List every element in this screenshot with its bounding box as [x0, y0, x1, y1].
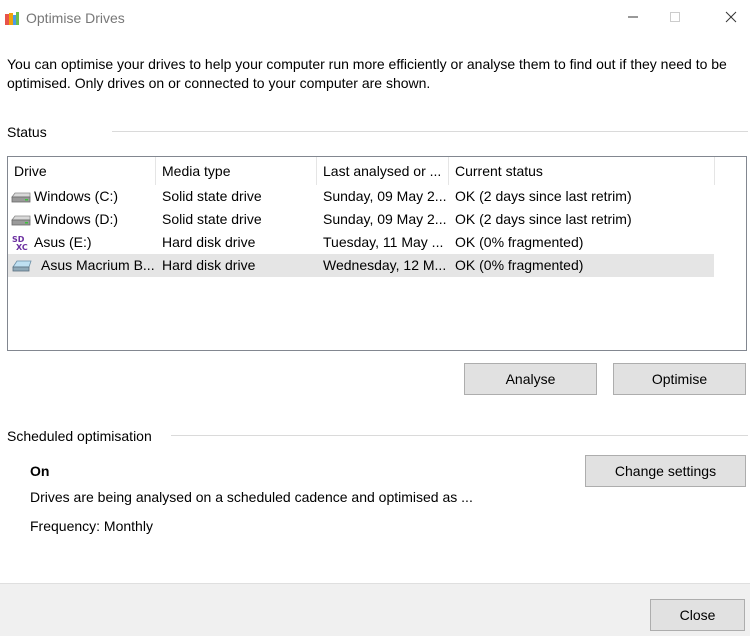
close-button[interactable]: Close: [650, 599, 745, 631]
footer-bar: Close: [0, 583, 750, 636]
maximize-icon: [669, 10, 681, 26]
drive-row-selected[interactable]: Asus Macrium B... Hard disk drive Wednes…: [8, 254, 714, 277]
drive-current-status: OK (2 days since last retrim): [455, 188, 632, 204]
column-header-drive[interactable]: Drive: [8, 157, 156, 185]
description-text: You can optimise your drives to help you…: [7, 56, 727, 91]
maximize-button[interactable]: [652, 0, 698, 36]
drive-media-type: Solid state drive: [162, 211, 262, 227]
sdxc-card-icon: SD XC: [11, 234, 31, 252]
status-label: Status: [7, 124, 47, 140]
scheduled-optimisation-label: Scheduled optimisation: [7, 428, 152, 444]
drive-media-type: Solid state drive: [162, 188, 262, 204]
drive-row[interactable]: SD XC Asus (E:) Hard disk drive Tuesday,…: [8, 231, 714, 254]
svg-text:XC: XC: [16, 243, 28, 251]
column-header-current-status[interactable]: Current status: [449, 157, 715, 185]
optimise-button[interactable]: Optimise: [613, 363, 746, 395]
minimize-icon: [627, 10, 639, 26]
ssd-drive-icon: [11, 188, 31, 205]
drive-media-type: Hard disk drive: [162, 257, 256, 273]
drive-row[interactable]: Windows (C:) Solid state drive Sunday, 0…: [8, 185, 714, 208]
defrag-app-icon: [4, 11, 20, 27]
scheduled-divider: [171, 435, 748, 436]
drive-last-analysed: Tuesday, 11 May ...: [323, 234, 444, 250]
drive-name: Asus (E:): [34, 234, 92, 250]
column-header-last-analysed[interactable]: Last analysed or ...: [317, 157, 449, 185]
drive-current-status: OK (0% fragmented): [455, 257, 584, 273]
column-header-media-type[interactable]: Media type: [156, 157, 317, 185]
ssd-drive-icon: [11, 211, 31, 228]
drive-media-type: Hard disk drive: [162, 234, 256, 250]
drive-row[interactable]: Windows (D:) Solid state drive Sunday, 0…: [8, 208, 714, 231]
drive-last-analysed: Sunday, 09 May 2...: [323, 211, 447, 227]
status-divider: [112, 131, 748, 132]
drives-list-header: Drive Media type Last analysed or ... Cu…: [8, 157, 746, 185]
drive-current-status: OK (2 days since last retrim): [455, 211, 632, 227]
analyse-button[interactable]: Analyse: [464, 363, 597, 395]
change-settings-button[interactable]: Change settings: [585, 455, 746, 487]
schedule-frequency: Frequency: Monthly: [30, 518, 153, 534]
title-bar: Optimise Drives: [0, 0, 750, 36]
close-window-button[interactable]: [708, 0, 750, 36]
drives-list[interactable]: Drive Media type Last analysed or ... Cu…: [7, 156, 747, 351]
drive-current-status: OK (0% fragmented): [455, 234, 584, 250]
drive-name: Windows (D:): [34, 211, 119, 227]
close-icon: [725, 10, 737, 26]
drive-last-analysed: Wednesday, 12 M...: [323, 257, 447, 273]
minimize-button[interactable]: [610, 0, 656, 36]
drive-name: Windows (C:): [34, 188, 119, 204]
schedule-description: Drives are being analysed on a scheduled…: [30, 489, 473, 505]
schedule-state: On: [30, 463, 50, 479]
window-title: Optimise Drives: [26, 10, 125, 26]
drive-name: Asus Macrium B...: [41, 257, 155, 273]
drive-last-analysed: Sunday, 09 May 2...: [323, 188, 447, 204]
hdd-drive-icon: [12, 257, 32, 274]
